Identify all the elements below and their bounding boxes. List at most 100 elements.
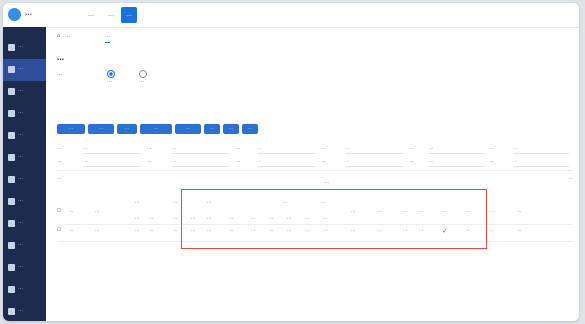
filter-input[interactable]: … — [172, 157, 230, 167]
tab-home-icon[interactable]: ⌂ — [57, 31, 60, 42]
filter-row: … … … … … … … … … … … … — [57, 144, 573, 154]
divider — [57, 170, 573, 171]
radio-checked-icon — [107, 70, 115, 78]
filter-input[interactable]: … — [257, 144, 315, 154]
radio-unchecked-icon — [139, 70, 147, 78]
sidebar-item[interactable]: … — [3, 81, 46, 103]
table-cell: … — [149, 228, 154, 233]
filter-input[interactable]: … — [429, 157, 485, 167]
filter-label: … — [57, 159, 62, 164]
sidebar-item[interactable]: … — [3, 147, 46, 169]
menu-icon — [8, 242, 15, 249]
sidebar-item[interactable]: … — [3, 169, 46, 191]
sidebar-item[interactable]: … — [3, 257, 46, 279]
menu-icon — [8, 308, 15, 315]
app-window: … … … … … … … … … … … … … … … … … ⌂ … … … — [3, 3, 579, 321]
filter-input[interactable]: … — [429, 144, 485, 154]
table-cell: … — [135, 228, 140, 233]
filter-label: … — [321, 146, 326, 151]
page-title: … — [57, 54, 64, 62]
select-all-checkbox[interactable]: ☐ — [57, 209, 61, 214]
menu-icon — [8, 264, 15, 271]
topnav-item[interactable]: … — [83, 7, 99, 23]
menu-icon — [8, 110, 15, 117]
group-header: … — [173, 200, 178, 205]
toolbar-button[interactable]: … — [57, 124, 85, 134]
filter-input[interactable]: … — [513, 144, 569, 154]
table-cell: … — [517, 228, 522, 233]
toolbar-button[interactable]: … — [88, 124, 114, 134]
filter-label: … — [321, 159, 326, 164]
sidebar-item[interactable]: … — [3, 213, 46, 235]
tab[interactable]: … — [65, 31, 70, 42]
row-checkbox[interactable]: ☐ — [57, 228, 61, 233]
filter-label: … — [409, 146, 414, 151]
menu-icon — [8, 286, 15, 293]
sidebar-item-active[interactable]: … — [3, 59, 46, 81]
menu-icon — [8, 66, 15, 73]
toolbar-button[interactable]: … — [204, 124, 220, 134]
sidebar-item[interactable]: … — [3, 37, 46, 59]
column-header: … — [489, 209, 494, 214]
sidebar-item[interactable]: … — [3, 301, 46, 321]
menu-icon — [8, 220, 15, 227]
menu-icon — [8, 154, 15, 161]
filter-input[interactable]: … — [172, 144, 230, 154]
filter-label: … — [489, 146, 494, 151]
sidebar-item[interactable]: … — [3, 103, 46, 125]
filter-label: … — [147, 146, 152, 151]
topnav-item[interactable]: … — [103, 7, 119, 23]
list-label: … — [57, 176, 62, 181]
annotation-label: … — [324, 179, 329, 185]
radio-option-b[interactable]: … — [139, 70, 149, 84]
toolbar-button[interactable]: … — [140, 124, 172, 134]
column-header: … — [149, 216, 154, 221]
filter-input[interactable]: … — [83, 157, 141, 167]
tab-active[interactable]: … — [105, 31, 110, 43]
group-header: … — [135, 200, 140, 205]
toolbar-button[interactable]: … — [117, 124, 137, 134]
column-header: … — [517, 209, 522, 214]
table-cell: … — [69, 228, 74, 233]
filter-label: … — [236, 159, 241, 164]
filter-input[interactable]: … — [83, 144, 141, 154]
filter-label: … — [147, 159, 152, 164]
filter-input[interactable]: … — [257, 157, 315, 167]
radio-option-a[interactable]: … — [107, 70, 117, 84]
logo-icon — [8, 8, 21, 21]
list-header: … … — [57, 176, 573, 186]
column-header: … — [69, 209, 74, 214]
menu-icon — [8, 88, 15, 95]
filter-input[interactable]: … — [513, 157, 569, 167]
filter-label: … — [489, 159, 494, 164]
menu-icon — [8, 176, 15, 183]
menu-icon — [8, 198, 15, 205]
column-header: … — [95, 209, 100, 214]
brand-name: … — [25, 9, 32, 17]
table-cell: … — [173, 228, 178, 233]
top-bar: … … … … — [3, 3, 579, 28]
toolbar-button[interactable]: … — [175, 124, 201, 134]
toolbar-button[interactable]: … — [242, 124, 258, 134]
main-content: ⌂ … … … … … … … … … … … … … … … … … … … … — [49, 27, 577, 321]
filter-input[interactable]: … — [345, 157, 403, 167]
menu-icon — [8, 44, 15, 51]
menu-icon — [8, 132, 15, 139]
filter-input[interactable]: … — [345, 144, 403, 154]
sidebar: … … … … … … … … … … … … … — [3, 27, 46, 321]
filter-label: … — [409, 159, 414, 164]
pager[interactable]: … — [569, 176, 574, 181]
radio-label: … — [57, 71, 62, 77]
sidebar-item[interactable]: … — [3, 235, 46, 257]
highlight-box — [181, 189, 487, 249]
toolbar-button[interactable]: … — [223, 124, 239, 134]
topnav-item-active[interactable]: … — [121, 7, 137, 23]
table-cell: … — [95, 228, 100, 233]
sidebar-item[interactable]: … — [3, 125, 46, 147]
table-cell: … — [489, 228, 494, 233]
filter-label: … — [57, 146, 62, 151]
column-header: … — [173, 216, 178, 221]
sidebar-item[interactable]: … — [3, 279, 46, 301]
filter-row: … … … … … … … … … … … … — [57, 157, 573, 167]
sidebar-item[interactable]: … — [3, 191, 46, 213]
